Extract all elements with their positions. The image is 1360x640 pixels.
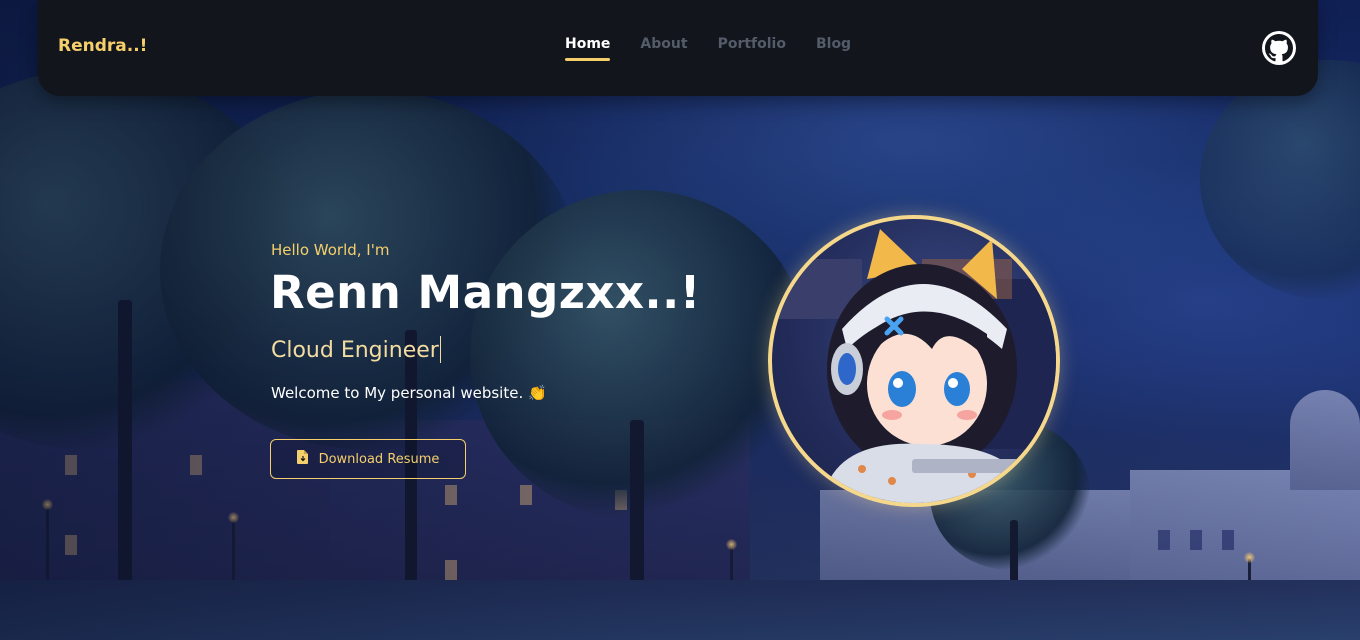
background-scene: [0, 0, 1360, 640]
nav-links: Home About Portfolio Blog: [565, 36, 881, 61]
download-resume-button[interactable]: Download Resume: [270, 439, 466, 479]
download-resume-label: Download Resume: [318, 451, 440, 467]
hero-greeting: Hello World, I'm: [271, 241, 390, 259]
anime-girl-avatar: [772, 229, 1056, 503]
file-download-icon: [296, 450, 309, 468]
navbar: Rendra..! Home About Portfolio Blog: [38, 0, 1318, 96]
nav-link-blog[interactable]: Blog: [816, 36, 851, 52]
nav-link-home[interactable]: Home: [565, 36, 611, 61]
nav-link-portfolio[interactable]: Portfolio: [718, 36, 786, 52]
typing-caret: [439, 336, 441, 363]
profile-avatar: [768, 215, 1060, 507]
hero-welcome: Welcome to My personal website. 👏: [271, 384, 547, 402]
github-icon[interactable]: [1262, 31, 1296, 65]
hero-name: Renn Mangzxx..!: [270, 266, 701, 319]
brand-logo[interactable]: Rendra..!: [58, 36, 147, 56]
hero-role-text: Cloud Engineer: [271, 338, 439, 363]
hero-role: Cloud Engineer: [271, 336, 441, 363]
nav-link-about[interactable]: About: [640, 36, 687, 52]
